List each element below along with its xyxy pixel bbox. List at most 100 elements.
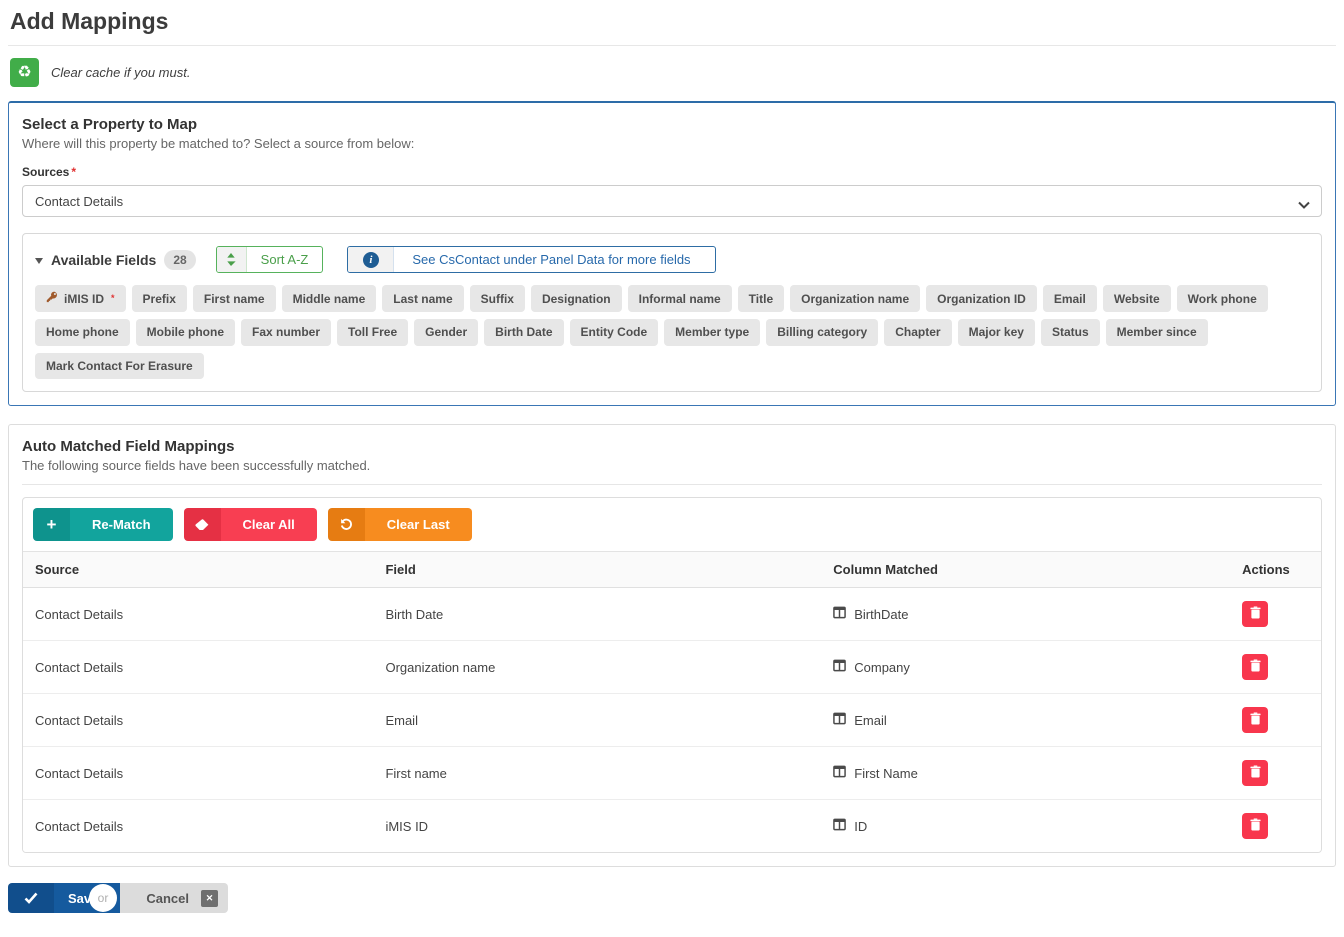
delete-mapping-button[interactable] (1242, 813, 1268, 839)
field-chip-suffix[interactable]: Suffix (470, 285, 525, 312)
field-chip-imis-id[interactable]: iMIS ID* (35, 285, 126, 312)
field-chip-label: Home phone (46, 325, 119, 339)
field-chip-home-phone[interactable]: Home phone (35, 319, 130, 345)
cancel-group: Cancel ✕ (120, 883, 228, 913)
or-separator: or (89, 884, 117, 912)
field-chip-mark-contact-for-erasure[interactable]: Mark Contact For Erasure (35, 353, 204, 379)
sources-select[interactable]: Contact Details (22, 185, 1322, 217)
field-chip-organization-name[interactable]: Organization name (790, 285, 920, 312)
field-chip-label: Entity Code (581, 325, 648, 339)
select-property-panel: Select a Property to Map Where will this… (8, 101, 1336, 406)
sort-az-button[interactable]: Sort A-Z (216, 246, 324, 273)
column-header-field: Field (373, 552, 821, 588)
cell-actions (1230, 800, 1321, 853)
delete-mapping-button[interactable] (1242, 654, 1268, 680)
cell-column-matched: First Name (821, 747, 1230, 800)
table-row: Contact DetailsEmailEmail (23, 694, 1321, 747)
field-chip-label: Member since (1117, 325, 1197, 339)
cancel-button[interactable]: Cancel (146, 891, 189, 906)
field-chip-mobile-phone[interactable]: Mobile phone (136, 319, 235, 345)
cell-actions (1230, 588, 1321, 641)
field-chip-entity-code[interactable]: Entity Code (570, 319, 659, 345)
field-chip-work-phone[interactable]: Work phone (1177, 285, 1268, 312)
field-chip-chapter[interactable]: Chapter (884, 319, 951, 345)
table-body: Contact DetailsBirth DateBirthDateContac… (23, 588, 1321, 853)
field-chip-middle-name[interactable]: Middle name (282, 285, 377, 312)
select-property-title: Select a Property to Map (22, 116, 1322, 133)
delete-mapping-button[interactable] (1242, 707, 1268, 733)
cell-source: Contact Details (23, 641, 373, 694)
field-chip-prefix[interactable]: Prefix (132, 285, 187, 312)
field-chip-website[interactable]: Website (1103, 285, 1171, 312)
available-fields-list: iMIS ID*PrefixFirst name Middle name Last … (35, 285, 1309, 379)
table-header-row: SourceFieldColumn MatchedActions (23, 552, 1321, 588)
required-marker: * (111, 293, 115, 304)
field-chip-member-since[interactable]: Member since (1106, 319, 1208, 345)
cell-field: First name (373, 747, 821, 800)
clear-cache-button[interactable]: ♻ (10, 58, 39, 87)
available-fields-toggle[interactable]: Available Fields (35, 252, 156, 268)
field-chip-gender[interactable]: Gender (414, 319, 478, 345)
field-chip-label: Designation (542, 292, 611, 306)
clear-last-button[interactable]: Clear Last (328, 508, 472, 541)
cell-source: Contact Details (23, 800, 373, 853)
delete-mapping-button[interactable] (1242, 601, 1268, 627)
column-matched-label: BirthDate (854, 607, 908, 622)
field-chip-label: Mobile phone (147, 325, 224, 339)
column-matched-label: First Name (854, 766, 918, 781)
field-chip-billing-category[interactable]: Billing category (766, 319, 878, 345)
auto-matched-title: Auto Matched Field Mappings (22, 438, 1322, 455)
eraser-icon (184, 508, 221, 541)
trash-icon (1250, 765, 1261, 781)
field-chip-label: Mark Contact For Erasure (46, 359, 193, 373)
mappings-table: SourceFieldColumn MatchedActions Contact… (23, 552, 1321, 852)
panel-divider (22, 484, 1322, 485)
column-matched-label: Email (854, 713, 887, 728)
field-chip-designation[interactable]: Designation (531, 285, 622, 312)
column-matched-label: Company (854, 660, 910, 675)
field-chip-status[interactable]: Status (1041, 319, 1100, 345)
field-chip-last-name[interactable]: Last name (382, 285, 463, 312)
delete-mapping-button[interactable] (1242, 760, 1268, 786)
sources-select-wrap: Contact Details (22, 185, 1322, 217)
cell-column-matched: ID (821, 800, 1230, 853)
close-button[interactable]: ✕ (201, 890, 218, 907)
field-chip-major-key[interactable]: Major key (958, 319, 1035, 345)
columns-icon (833, 712, 846, 728)
available-fields-count-badge: 28 (164, 250, 195, 270)
auto-matched-subtitle: The following source fields have been su… (22, 458, 1322, 473)
available-fields-title: Available Fields (51, 252, 156, 268)
field-chip-birth-date[interactable]: Birth Date (484, 319, 563, 345)
required-marker: * (71, 165, 76, 179)
rematch-button[interactable]: + Re-Match (33, 508, 173, 541)
field-chip-label: Organization ID (937, 292, 1026, 306)
field-chip-organization-id[interactable]: Organization ID (926, 285, 1037, 312)
cell-actions (1230, 747, 1321, 800)
field-chip-label: Middle name (293, 292, 366, 306)
field-chip-title[interactable]: Title (738, 285, 784, 312)
column-header-source: Source (23, 552, 373, 588)
field-chip-first-name[interactable]: First name (193, 285, 276, 312)
field-chip-label: Billing category (777, 325, 867, 339)
mappings-grid: + Re-Match Clear All Clear Last SourceFi… (22, 497, 1322, 853)
clear-all-button[interactable]: Clear All (184, 508, 317, 541)
trash-icon (1250, 818, 1261, 834)
table-row: Contact DetailsOrganization nameCompany (23, 641, 1321, 694)
field-chip-informal-name[interactable]: Informal name (628, 285, 732, 312)
cache-alert: ♻ Clear cache if you must. (10, 58, 1334, 87)
cell-field: Birth Date (373, 588, 821, 641)
field-chip-toll-free[interactable]: Toll Free (337, 319, 408, 345)
footer-actions: Save or Cancel ✕ (8, 883, 1336, 917)
field-chip-member-type[interactable]: Member type (664, 319, 760, 345)
cell-column-matched: Email (821, 694, 1230, 747)
field-chip-label: Informal name (639, 292, 721, 306)
field-chip-email[interactable]: Email (1043, 285, 1097, 312)
cell-actions (1230, 641, 1321, 694)
field-chip-label: Gender (425, 325, 467, 339)
cscontact-info-button[interactable]: i See CsContact under Panel Data for mor… (347, 246, 715, 273)
cell-field: iMIS ID (373, 800, 821, 853)
field-chip-label: Birth Date (495, 325, 552, 339)
sources-label: Sources* (22, 165, 1322, 179)
field-chip-fax-number[interactable]: Fax number (241, 319, 331, 345)
cell-source: Contact Details (23, 747, 373, 800)
